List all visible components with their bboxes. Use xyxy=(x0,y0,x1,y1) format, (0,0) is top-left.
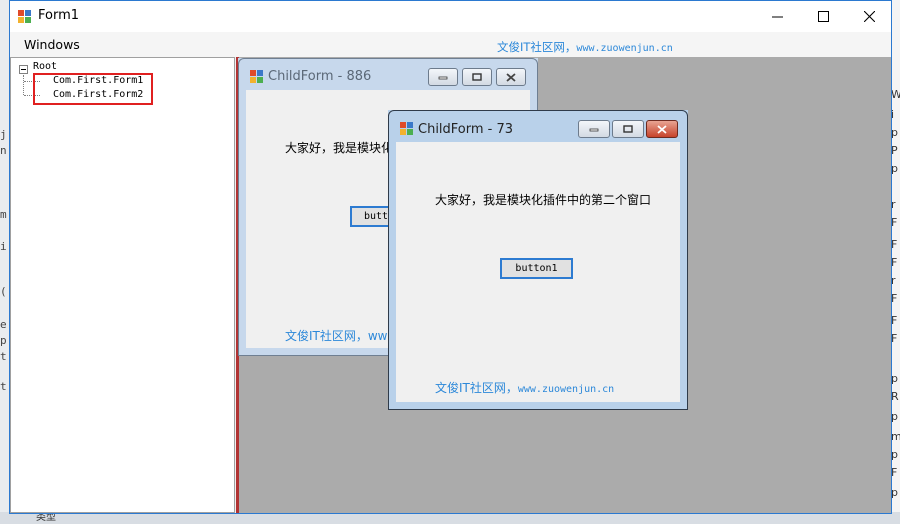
greeting-label: 大家好，我是模块化插件中的第二个窗口 xyxy=(435,193,652,207)
menu-bar: Windows 文俊IT社区网，www.zuowenjun.cn xyxy=(10,32,891,57)
window-title: Form1 xyxy=(38,8,80,23)
app-icon xyxy=(18,10,31,23)
watermark-site-url: www.zuowenjun.cn xyxy=(576,43,673,54)
child-form-73[interactable]: ChildForm - 73 大家好，我是模块化插件中的第二个窗口 button… xyxy=(388,110,688,410)
child-form-title: ChildForm - 73 xyxy=(418,122,514,137)
minimize-icon xyxy=(438,76,448,80)
maximize-icon xyxy=(817,11,829,22)
tree-expand-toggle[interactable] xyxy=(19,65,28,74)
close-icon xyxy=(657,124,667,134)
maximize-icon xyxy=(623,125,633,133)
menu-item-windows[interactable]: Windows xyxy=(24,37,80,52)
close-icon xyxy=(506,72,516,82)
child-watermark: 文俊IT社区网，www.zuowenjun.cn xyxy=(435,379,614,396)
maximize-icon xyxy=(472,73,482,81)
button1[interactable]: button1 xyxy=(500,258,573,279)
watermark-site-name: 文俊IT社区网， xyxy=(435,381,518,395)
child-minimize-button[interactable] xyxy=(428,68,458,86)
tree-connector xyxy=(23,75,24,95)
background-window-left: j n m i ( e p t t xyxy=(0,0,9,524)
tree-node-root[interactable]: Root xyxy=(33,61,57,72)
child-minimize-button[interactable] xyxy=(578,120,610,138)
maximize-button[interactable] xyxy=(800,1,846,32)
child-watermark: 文俊IT社区网，www xyxy=(285,329,398,343)
child-client-area: 大家好，我是模块化插件中的第二个窗口 button1 文俊IT社区网，www.z… xyxy=(396,142,680,402)
child-form-icon xyxy=(250,70,263,83)
close-button[interactable] xyxy=(846,1,892,32)
close-icon xyxy=(863,11,875,22)
watermark-site-url: www.zuowenjun.cn xyxy=(517,384,615,395)
greeting-label: 大家好，我是模块化 xyxy=(285,141,394,155)
watermark-top: 文俊IT社区网，www.zuowenjun.cn xyxy=(497,39,673,55)
child-form-icon xyxy=(400,122,413,135)
title-bar[interactable]: Form1 xyxy=(10,1,891,32)
minimize-icon xyxy=(589,128,599,132)
child-form-title: ChildForm - 886 xyxy=(268,69,372,84)
highlight-box xyxy=(33,73,153,105)
minimize-icon xyxy=(771,16,783,18)
tree-view[interactable]: Root Com.First.Form1 Com.First.Form2 xyxy=(10,57,235,513)
child-maximize-button[interactable] xyxy=(462,68,492,86)
child-maximize-button[interactable] xyxy=(612,120,644,138)
child-close-button[interactable] xyxy=(496,68,526,86)
child-close-button[interactable] xyxy=(646,120,678,138)
minimize-button[interactable] xyxy=(754,1,800,32)
watermark-site-name: 文俊IT社区网， xyxy=(497,40,577,54)
